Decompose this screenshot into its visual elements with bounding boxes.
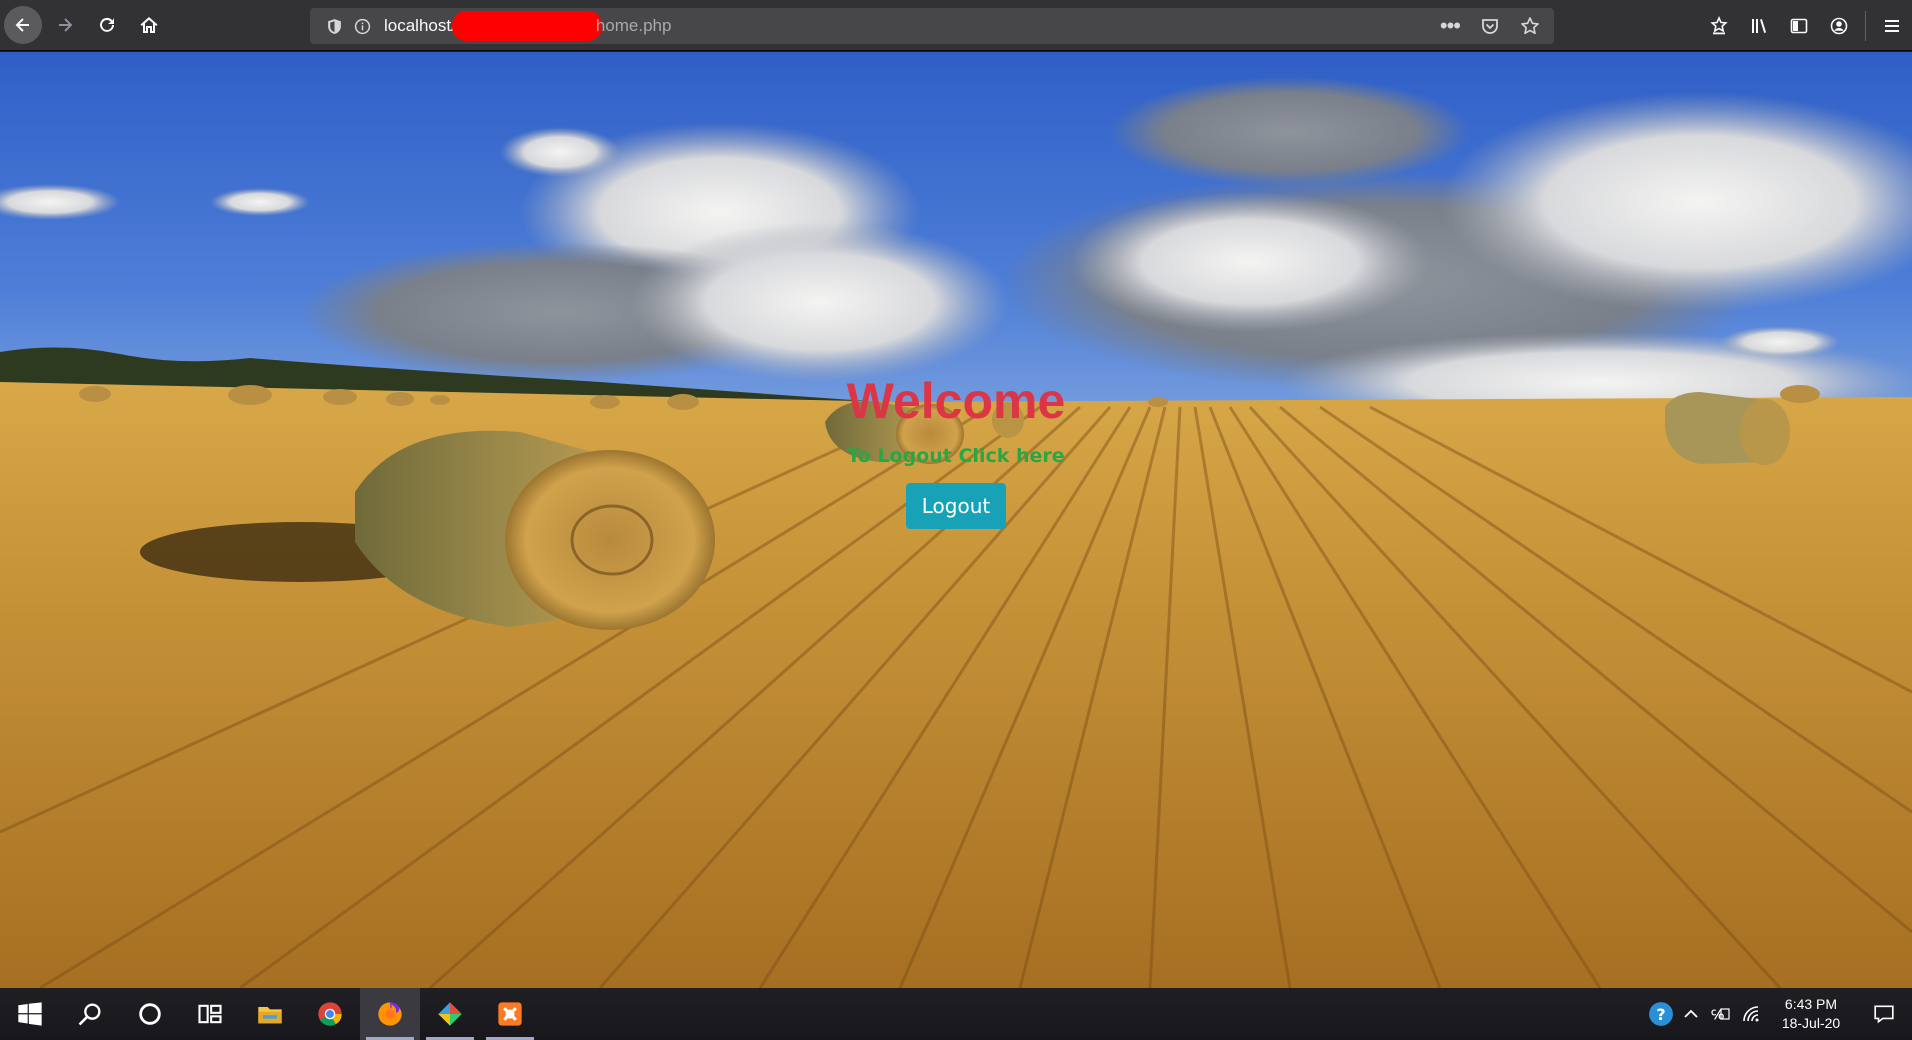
arrow-right-icon [59, 18, 73, 32]
account-icon [1830, 17, 1848, 34]
url-path: home.php [595, 16, 672, 35]
home-button[interactable] [130, 6, 168, 44]
file-explorer-icon [258, 1007, 282, 1024]
redacted-region [451, 11, 602, 41]
pocket-icon[interactable] [1480, 16, 1500, 36]
star-list-icon [1710, 15, 1728, 34]
page-viewport: Welcome To Logout Click here Logout [0, 52, 1912, 988]
file-explorer-button[interactable] [240, 988, 300, 1040]
task-view-icon [198, 1004, 222, 1024]
help-circle-icon: ? [1649, 1002, 1673, 1026]
firefox-icon [378, 1002, 402, 1026]
chevron-up-icon [1684, 1009, 1698, 1018]
svg-text:℅: ℅ [1711, 1008, 1724, 1023]
toolbar-separator [1865, 10, 1866, 41]
reload-button[interactable] [88, 6, 126, 44]
back-button[interactable] [4, 6, 42, 44]
arrow-left-icon [15, 18, 29, 32]
menu-button[interactable] [1872, 6, 1912, 46]
keyboard-language-icon: ℅ [1711, 1008, 1730, 1023]
system-tray: ? ℅ 6:43 PM 18-Jul-20 [1646, 988, 1912, 1040]
url-host: localhost/ [384, 16, 456, 35]
git-icon [438, 1002, 462, 1026]
git-gui-button[interactable] [420, 988, 480, 1040]
clock-time: 6:43 PM [1784, 996, 1838, 1012]
welcome-heading: Welcome [846, 373, 1066, 429]
xampp-button[interactable] [480, 988, 540, 1040]
bookmark-star-icon[interactable] [1520, 16, 1540, 36]
sidebar-icon [1790, 18, 1808, 33]
cortana-icon [139, 1003, 161, 1025]
library-icon [1752, 18, 1767, 33]
bookmarks-toolbar-button[interactable] [1699, 6, 1739, 46]
cortana-button[interactable] [120, 988, 180, 1040]
library-button[interactable] [1739, 6, 1779, 46]
welcome-panel: Welcome To Logout Click here Logout [0, 367, 1912, 529]
windows-start-icon [18, 1002, 42, 1026]
clock-date: 18-Jul-20 [1781, 1015, 1841, 1031]
home-icon [140, 17, 158, 33]
action-center-button[interactable] [1856, 988, 1912, 1040]
site-info-icon[interactable] [352, 16, 372, 36]
help-tray-button[interactable]: ? [1646, 988, 1676, 1040]
page-actions-icon[interactable]: ••• [1440, 15, 1461, 37]
language-tray-button[interactable]: ℅ [1706, 988, 1736, 1040]
account-button[interactable] [1819, 6, 1859, 46]
network-tray-button[interactable] [1736, 988, 1766, 1040]
windows-taskbar: ? ℅ 6:43 PM 18-Jul-20 [0, 988, 1912, 1040]
search-icon [78, 1003, 101, 1026]
start-button[interactable] [0, 988, 60, 1040]
chrome-button[interactable] [300, 988, 360, 1040]
logout-hint-text: To Logout Click here [847, 445, 1065, 467]
taskbar-clock[interactable]: 6:43 PM 18-Jul-20 [1766, 995, 1856, 1033]
address-bar[interactable]: localhost/ home.php ••• [310, 8, 1554, 44]
xampp-icon [498, 1002, 522, 1026]
show-hidden-icons-button[interactable] [1676, 988, 1706, 1040]
notification-icon [1874, 1005, 1894, 1024]
sidebar-button[interactable] [1779, 6, 1819, 46]
chrome-icon [318, 1002, 342, 1026]
search-button[interactable] [60, 988, 120, 1040]
logout-button[interactable]: Logout [905, 483, 1007, 529]
tracking-shield-icon[interactable] [324, 16, 344, 36]
forward-button[interactable] [46, 6, 84, 44]
firefox-button[interactable] [360, 988, 420, 1040]
hamburger-menu-icon [1885, 19, 1899, 32]
reload-icon [100, 17, 114, 32]
svg-text:?: ? [1656, 1005, 1665, 1024]
browser-toolbar: localhost/ home.php ••• [0, 0, 1912, 51]
wifi-icon [1743, 1006, 1759, 1022]
task-view-button[interactable] [180, 988, 240, 1040]
